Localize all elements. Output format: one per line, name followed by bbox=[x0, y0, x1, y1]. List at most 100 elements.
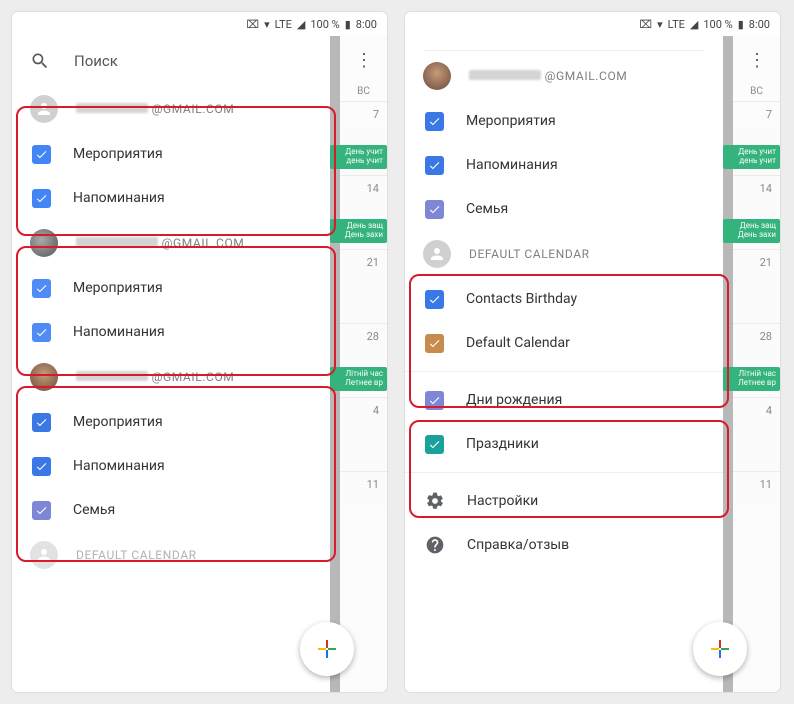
day-cell[interactable]: 4 bbox=[733, 397, 780, 471]
checkbox-icon bbox=[425, 200, 444, 219]
network-label: LTE bbox=[668, 18, 685, 31]
calendar-label: Семья bbox=[73, 502, 115, 518]
day-cell[interactable]: 11 bbox=[340, 471, 387, 545]
checkbox-icon bbox=[425, 112, 444, 131]
weekday-header: ВС bbox=[340, 80, 387, 101]
settings-button[interactable]: Настройки bbox=[405, 479, 723, 523]
gear-icon bbox=[425, 491, 445, 511]
day-cell[interactable]: 14 День защДень захи bbox=[733, 175, 780, 249]
checkbox-icon bbox=[425, 435, 444, 454]
calendar-toggle[interactable]: Напоминания bbox=[12, 176, 330, 220]
battery-icon: ▮ bbox=[738, 18, 744, 31]
calendar-toggle[interactable]: Мероприятия bbox=[12, 132, 330, 176]
calendar-label: Напоминания bbox=[73, 324, 165, 340]
search-row[interactable]: Поиск bbox=[12, 36, 330, 86]
avatar-icon bbox=[30, 95, 58, 123]
checkbox-icon bbox=[32, 145, 51, 164]
calendar-toggle[interactable]: Мероприятия bbox=[12, 266, 330, 310]
avatar-icon bbox=[423, 240, 451, 268]
day-cell[interactable]: 28 Літній часЛетнее вр bbox=[340, 323, 387, 397]
overflow-icon[interactable]: ⋮ bbox=[355, 50, 373, 71]
calendar-label: Напоминания bbox=[466, 157, 558, 173]
event-chip[interactable]: День защДень захи bbox=[723, 219, 780, 243]
calendar-label: Семья bbox=[466, 201, 508, 217]
search-label: Поиск bbox=[74, 52, 118, 70]
calendar-label: Contacts Birthday bbox=[466, 291, 577, 307]
day-cell[interactable]: 11 bbox=[733, 471, 780, 545]
day-cell[interactable]: 7 День учитдень учит bbox=[340, 101, 387, 175]
avatar-icon bbox=[30, 541, 58, 569]
calendar-toggle[interactable]: Праздники bbox=[405, 422, 723, 466]
calendar-toggle[interactable]: Напоминания bbox=[12, 310, 330, 354]
account-header[interactable]: DEFAULT CALENDAR bbox=[12, 532, 330, 578]
calendar-label: Напоминания bbox=[73, 458, 165, 474]
account-header[interactable]: @GMAIL.COM bbox=[405, 53, 723, 99]
settings-label: Настройки bbox=[467, 493, 538, 509]
clock-label: 8:00 bbox=[356, 18, 377, 31]
avatar-icon bbox=[30, 229, 58, 257]
account-email: @GMAIL.COM bbox=[76, 370, 234, 384]
calendar-toggle[interactable]: Default Calendar bbox=[405, 321, 723, 365]
calendar-label: Дни рождения bbox=[466, 392, 562, 408]
help-icon bbox=[425, 535, 445, 555]
checkbox-icon bbox=[425, 290, 444, 309]
status-bar: ⌧ ▾ LTE ◢ 100 % ▮ 8:00 bbox=[12, 12, 387, 36]
day-cell[interactable]: 7 День учитдень учит bbox=[733, 101, 780, 175]
network-label: LTE bbox=[275, 18, 292, 31]
calendar-toggle[interactable]: Дни рождения bbox=[405, 378, 723, 422]
calendar-toggle[interactable]: Мероприятия bbox=[405, 99, 723, 143]
account-header[interactable]: @GMAIL.COM bbox=[12, 354, 330, 400]
account-header[interactable]: @GMAIL.COM bbox=[12, 86, 330, 132]
signal-icon: ◢ bbox=[297, 18, 305, 31]
calendar-toggle[interactable]: Мероприятия bbox=[12, 400, 330, 444]
clock-label: 8:00 bbox=[749, 18, 770, 31]
battery-label: 100 % bbox=[310, 18, 339, 31]
day-cell[interactable]: 14 День защДень захи bbox=[340, 175, 387, 249]
calendar-peek: ⋮ ВС 7 День учитдень учит 14 День защДен… bbox=[330, 36, 387, 692]
calendar-toggle[interactable]: Напоминания bbox=[12, 444, 330, 488]
battery-label: 100 % bbox=[703, 18, 732, 31]
checkbox-icon bbox=[32, 501, 51, 520]
drawer: @GMAIL.COM Мероприятия Напоминания Семья… bbox=[405, 50, 723, 567]
checkbox-icon bbox=[425, 391, 444, 410]
default-calendar-label: DEFAULT CALENDAR bbox=[469, 247, 590, 261]
fab-add-button[interactable] bbox=[693, 622, 747, 676]
phone-right: ⌧ ▾ LTE ◢ 100 % ▮ 8:00 @GMAIL.COM Меропр… bbox=[405, 12, 780, 692]
event-chip[interactable]: Літній часЛетнее вр bbox=[723, 367, 780, 391]
weekday-header: ВС bbox=[733, 80, 780, 101]
phone-left: ⌧ ▾ LTE ◢ 100 % ▮ 8:00 Поиск @GMAIL.COM … bbox=[12, 12, 387, 692]
day-cell[interactable]: 4 bbox=[340, 397, 387, 471]
calendar-toggle[interactable]: Семья bbox=[405, 187, 723, 231]
search-icon bbox=[30, 51, 50, 71]
event-chip[interactable]: Літній часЛетнее вр bbox=[330, 367, 387, 391]
event-chip[interactable]: День учитдень учит bbox=[723, 145, 780, 169]
event-chip[interactable]: День учитдень учит bbox=[330, 145, 387, 169]
checkbox-icon bbox=[32, 189, 51, 208]
status-bar: ⌧ ▾ LTE ◢ 100 % ▮ 8:00 bbox=[405, 12, 780, 36]
calendar-toggle[interactable]: Contacts Birthday bbox=[405, 277, 723, 321]
vpn-icon: ⌧ bbox=[639, 18, 652, 31]
account-email: @GMAIL.COM bbox=[76, 236, 244, 250]
avatar-icon bbox=[423, 62, 451, 90]
account-header[interactable]: DEFAULT CALENDAR bbox=[405, 231, 723, 277]
calendar-label: Мероприятия bbox=[73, 280, 163, 296]
calendar-toggle[interactable]: Семья bbox=[12, 488, 330, 532]
calendar-label: Default Calendar bbox=[466, 335, 570, 351]
overflow-icon[interactable]: ⋮ bbox=[748, 50, 766, 71]
account-email: @GMAIL.COM bbox=[469, 69, 627, 83]
fab-add-button[interactable] bbox=[300, 622, 354, 676]
calendar-label: Мероприятия bbox=[73, 414, 163, 430]
help-button[interactable]: Справка/отзыв bbox=[405, 523, 723, 567]
vpn-icon: ⌧ bbox=[246, 18, 259, 31]
day-cell[interactable]: 21 bbox=[340, 249, 387, 323]
checkbox-icon bbox=[32, 413, 51, 432]
day-cell[interactable]: 21 bbox=[733, 249, 780, 323]
drawer: Поиск @GMAIL.COM Мероприятия Напоминания bbox=[12, 36, 330, 578]
account-header[interactable]: @GMAIL.COM bbox=[12, 220, 330, 266]
signal-icon: ◢ bbox=[690, 18, 698, 31]
calendar-toggle[interactable]: Напоминания bbox=[405, 143, 723, 187]
calendar-label: Праздники bbox=[466, 436, 539, 452]
day-cell[interactable]: 28 Літній часЛетнее вр bbox=[733, 323, 780, 397]
event-chip[interactable]: День защДень захи bbox=[330, 219, 387, 243]
calendar-peek: ⋮ ВС 7 День учитдень учит 14 День защДен… bbox=[723, 36, 780, 692]
